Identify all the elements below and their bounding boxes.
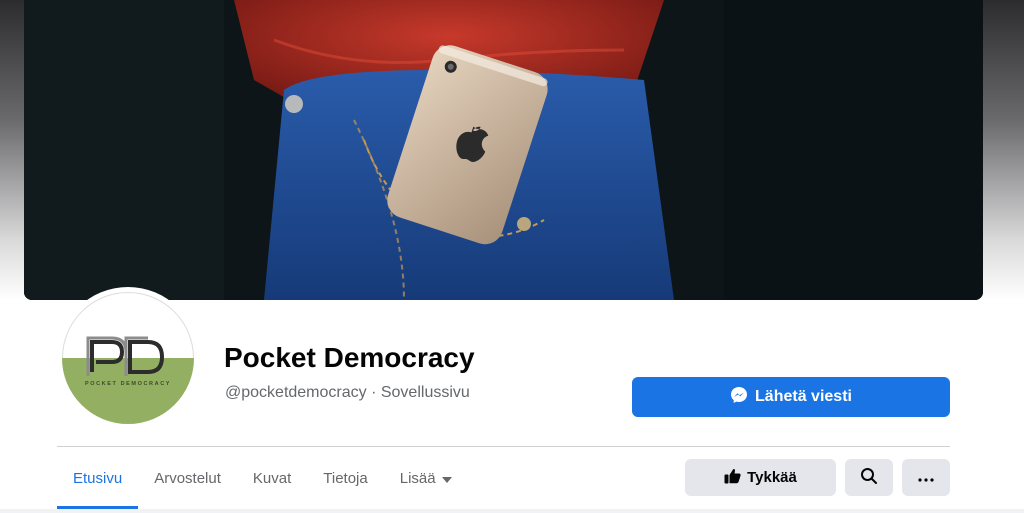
page-subtitle: @pocketdemocracy · Sovellussivu [225, 384, 470, 402]
page-tabs: Etusivu Arvostelut Kuvat Tietoja Lisää [57, 447, 468, 509]
search-button[interactable] [845, 459, 893, 496]
like-button[interactable]: Tykkää [685, 459, 836, 496]
tab-lisaa[interactable]: Lisää [384, 447, 468, 509]
like-label: Tykkää [747, 469, 797, 486]
messenger-icon [730, 386, 748, 409]
send-message-button[interactable]: Lähetä viesti [632, 377, 950, 417]
tab-arvostelut[interactable]: Arvostelut [138, 447, 237, 509]
page-background-strip [0, 509, 1024, 513]
avatar[interactable]: POCKET DEMOCRACY [62, 292, 194, 424]
cover-photo[interactable] [24, 0, 983, 300]
avatar-subtext: POCKET DEMOCRACY [84, 381, 172, 387]
subtitle-separator: · [366, 384, 381, 401]
send-message-label: Lähetä viesti [755, 388, 852, 405]
tab-kuvat[interactable]: Kuvat [237, 447, 307, 509]
page-title: Pocket Democracy [224, 342, 475, 373]
more-button[interactable] [902, 459, 950, 496]
thumbs-up-icon [724, 468, 741, 488]
tab-tietoja[interactable]: Tietoja [307, 447, 383, 509]
pd-logo-icon [86, 336, 165, 376]
more-icon [918, 469, 934, 486]
page-category: Sovellussivu [380, 384, 470, 401]
search-icon [860, 467, 878, 489]
tab-etusivu[interactable]: Etusivu [57, 447, 139, 509]
caret-down-icon [441, 470, 452, 487]
page-username: @pocketdemocracy [225, 384, 367, 401]
